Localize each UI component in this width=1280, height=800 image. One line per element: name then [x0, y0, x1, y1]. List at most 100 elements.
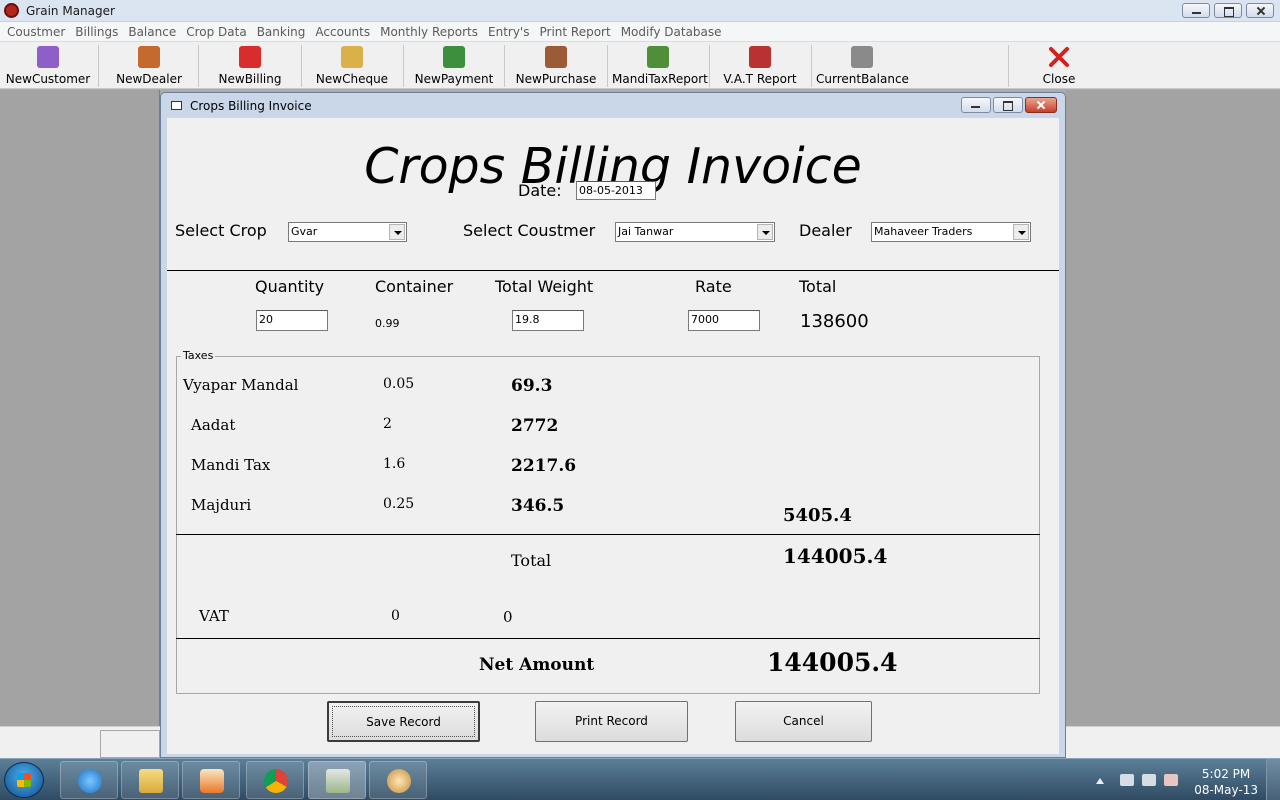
status-panel	[100, 730, 160, 758]
rate-header: Rate	[695, 277, 732, 296]
taxes-group	[176, 356, 1040, 694]
app-titlebar: Grain Manager	[0, 0, 1280, 22]
new-payment-button[interactable]: NewPayment	[408, 42, 500, 89]
crop-select[interactable]: Gvar	[288, 222, 407, 242]
menu-accounts[interactable]: Accounts	[310, 22, 375, 41]
system-tray: 5:02 PM 08-May-13	[1090, 759, 1280, 800]
start-button[interactable]	[4, 762, 44, 798]
vat-report-button[interactable]: V.A.T Report	[714, 42, 806, 89]
menu-entrys[interactable]: Entry's	[483, 22, 534, 41]
toolbar: NewCustomer NewDealer NewBilling NewCheq…	[0, 42, 1280, 89]
menu-coustmer[interactable]: Coustmer	[2, 22, 70, 41]
menu-print-report[interactable]: Print Report	[534, 22, 615, 41]
chevron-up-icon[interactable]	[1096, 778, 1104, 784]
taskbar-internet-explorer[interactable]	[60, 761, 118, 799]
chevron-down-icon[interactable]	[389, 224, 405, 240]
menu-modify-database[interactable]: Modify Database	[616, 22, 727, 41]
close-button[interactable]: Close	[1013, 42, 1105, 89]
crop-select-value: Gvar	[291, 225, 318, 238]
taskbar: 5:02 PM 08-May-13	[0, 758, 1280, 800]
menu-balance[interactable]: Balance	[123, 22, 181, 41]
current-balance-button[interactable]: CurrentBalance	[816, 42, 909, 89]
header-divider	[167, 270, 1059, 271]
new-cheque-button[interactable]: NewCheque	[306, 42, 398, 89]
save-record-button[interactable]: Save Record	[327, 701, 480, 742]
dialog-window-controls	[961, 97, 1057, 113]
toolbar-separator	[98, 45, 99, 87]
paint-palette-icon	[387, 769, 411, 793]
total-header: Total	[799, 277, 837, 296]
grand-total-value: 144005.4	[783, 544, 888, 568]
customer-select-value: Jai Tanwar	[618, 225, 674, 238]
cancel-button[interactable]: Cancel	[735, 701, 872, 742]
new-customer-button[interactable]: NewCustomer	[2, 42, 94, 89]
close-label: Close	[1042, 72, 1076, 86]
taskbar-paint[interactable]	[369, 761, 427, 799]
taskbar-chrome[interactable]	[246, 761, 304, 799]
dialog-maximize-button[interactable]	[993, 97, 1023, 113]
new-purchase-button[interactable]: NewPurchase	[510, 42, 602, 89]
rate-field[interactable]: 7000	[688, 310, 760, 331]
menu-crop-data[interactable]: Crop Data	[181, 22, 251, 41]
mandi-tax-report-button[interactable]: MandiTaxReport	[612, 42, 708, 89]
tax-amount: 2772	[511, 416, 559, 436]
total-weight-field[interactable]: 19.8	[512, 310, 584, 331]
dialog-close-button[interactable]	[1025, 97, 1057, 113]
tax-name: Mandi Tax	[191, 456, 271, 474]
billing-icon	[239, 46, 261, 68]
network-icon[interactable]	[1142, 774, 1156, 786]
new-dealer-button[interactable]: NewDealer	[103, 42, 195, 89]
dialog-minimize-button[interactable]	[961, 97, 991, 113]
select-customer-label: Select Coustmer	[463, 221, 596, 240]
vat-report-label: V.A.T Report	[723, 72, 797, 86]
quantity-header: Quantity	[255, 277, 325, 296]
workspace-right-area	[1066, 90, 1280, 726]
chevron-down-icon[interactable]	[1013, 224, 1029, 240]
cheque-icon	[341, 46, 363, 68]
close-window-button[interactable]	[1246, 3, 1274, 18]
menu-banking[interactable]: Banking	[252, 22, 311, 41]
grand-total-label: Total	[511, 551, 552, 570]
tax-name: Vyapar Mandal	[183, 376, 299, 394]
taskbar-media-player[interactable]	[182, 761, 240, 799]
mandi-tax-report-icon	[647, 46, 669, 68]
vat-divider	[176, 638, 1040, 639]
toolbar-separator	[709, 45, 710, 87]
chevron-down-icon[interactable]	[757, 224, 773, 240]
customer-select[interactable]: Jai Tanwar	[615, 222, 775, 242]
quantity-field[interactable]: 20	[256, 310, 328, 331]
menu-billings[interactable]: Billings	[70, 22, 123, 41]
tax-rate: 2	[383, 416, 392, 432]
current-balance-label: CurrentBalance	[816, 72, 909, 86]
customer-icon	[37, 46, 59, 68]
restore-button[interactable]	[1214, 3, 1242, 18]
volume-muted-icon[interactable]	[1164, 774, 1178, 786]
toolbar-separator	[403, 45, 404, 87]
taskbar-grain-manager[interactable]	[308, 761, 366, 799]
new-customer-label: NewCustomer	[5, 72, 91, 86]
system-clock[interactable]: 5:02 PM 08-May-13	[1194, 766, 1258, 798]
payment-icon	[443, 46, 465, 68]
print-record-button[interactable]: Print Record	[535, 701, 688, 742]
new-billing-button[interactable]: NewBilling	[204, 42, 296, 89]
menu-monthly-reports[interactable]: Monthly Reports	[375, 22, 483, 41]
minimize-button[interactable]	[1182, 3, 1210, 18]
tax-total-value: 5405.4	[783, 505, 852, 526]
clock-date: 08-May-13	[1194, 783, 1258, 797]
dialog-body: Crops Billing Invoice Date: 08-05-2013 S…	[167, 118, 1059, 754]
crops-billing-invoice-window: Crops Billing Invoice Crops Billing Invo…	[160, 92, 1066, 758]
app-title: Grain Manager	[26, 4, 115, 18]
device-icon[interactable]	[1120, 774, 1134, 786]
tax-rate: 1.6	[383, 456, 406, 472]
workspace-left-area	[0, 90, 160, 726]
taskbar-file-explorer[interactable]	[121, 761, 179, 799]
toolbar-separator	[504, 45, 505, 87]
date-field[interactable]: 08-05-2013	[576, 181, 656, 200]
tax-amount: 69.3	[511, 376, 553, 396]
dealer-label: Dealer	[799, 221, 852, 240]
dealer-select[interactable]: Mahaveer Traders	[871, 222, 1031, 242]
vat-amount: 0	[503, 608, 513, 626]
show-desktop-button[interactable]	[1266, 759, 1280, 800]
date-label: Date:	[518, 181, 562, 200]
dialog-titlebar[interactable]: Crops Billing Invoice	[161, 93, 1065, 117]
